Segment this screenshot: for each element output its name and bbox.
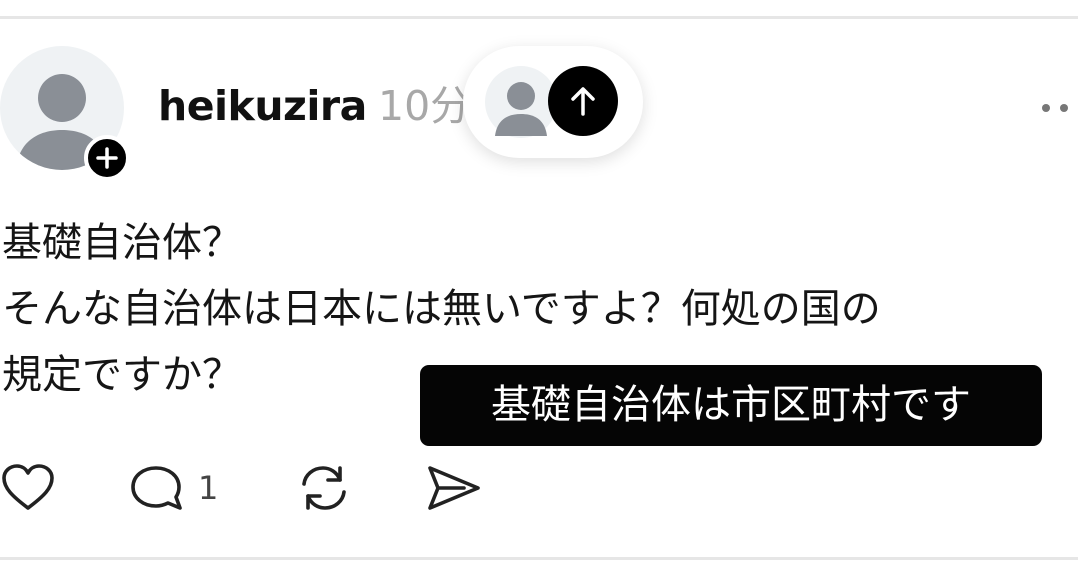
post-text-line: そんな自治体は日本には無いですよ？何処の国の: [2, 286, 881, 332]
more-dots-icon: [1042, 104, 1068, 112]
default-avatar-icon: [485, 66, 557, 138]
username[interactable]: heikuzira: [158, 80, 367, 132]
heart-icon: [2, 464, 54, 510]
caption-overlay: 基礎自治体は市区町村です: [420, 365, 1042, 446]
share-button[interactable]: [424, 462, 484, 514]
reply-bubble[interactable]: [463, 46, 643, 158]
comment-count: 1: [198, 469, 219, 507]
post-text-line: 基礎自治体？: [2, 220, 242, 266]
scroll-up-button[interactable]: [548, 66, 618, 136]
plus-icon: [96, 147, 118, 169]
more-options-button[interactable]: [1036, 96, 1078, 120]
repost-icon: [302, 466, 346, 510]
comment-button[interactable]: 1: [128, 462, 228, 514]
bottom-divider: [0, 557, 1078, 560]
top-divider: [0, 16, 1078, 19]
arrow-up-icon: [571, 87, 595, 116]
like-button[interactable]: [0, 462, 60, 514]
post-timestamp: 10分: [378, 82, 468, 130]
repost-button[interactable]: [296, 462, 356, 514]
follow-button[interactable]: [84, 135, 130, 181]
share-icon: [428, 466, 480, 510]
comment-icon: [131, 466, 182, 510]
